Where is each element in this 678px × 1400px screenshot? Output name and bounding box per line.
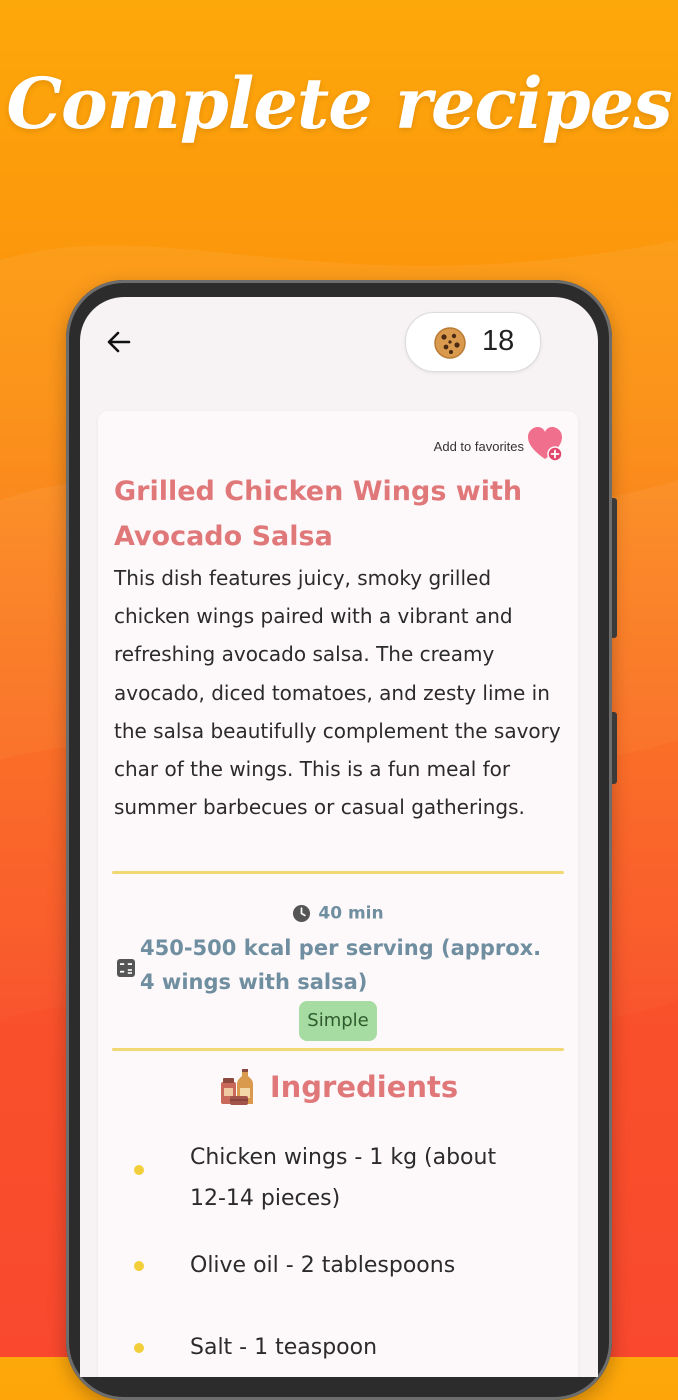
bullet <box>134 1343 144 1353</box>
phone-side-button <box>612 498 617 638</box>
prep-time-value: 40 min <box>318 903 384 924</box>
phone-power-button <box>612 712 617 784</box>
favorite-label: Add to favorites <box>433 439 524 454</box>
pantry-jars-icon <box>220 1069 253 1105</box>
clock-icon <box>293 904 311 923</box>
cookie-icon <box>434 327 466 359</box>
coin-balance[interactable]: 18 <box>405 312 541 372</box>
ingredient-text: Olive oil - 2 tablespoons <box>190 1253 456 1278</box>
bullet <box>134 1261 144 1271</box>
recipe-card: Add to favorites Grilled Chicken Wings w… <box>98 411 578 1377</box>
heart-plus-icon[interactable] <box>526 425 564 463</box>
back-button[interactable] <box>102 325 136 359</box>
recipe-description: This dish features juicy, smoky grilled … <box>114 566 561 820</box>
bullet <box>134 1165 144 1175</box>
divider <box>112 871 564 874</box>
ingredient-text: Salt - 1 teaspoon <box>190 1335 378 1360</box>
ingredients-title: Ingredients <box>269 1070 459 1104</box>
arrow-left-icon <box>107 331 131 353</box>
calories-info: 450-500 kcal per serving (approx. 4 wing… <box>140 936 542 994</box>
ingredient-text: Chicken wings - 1 kg (about 12-14 pieces… <box>190 1145 497 1211</box>
calculator-icon <box>117 959 135 977</box>
prep-time: 40 min <box>98 903 578 924</box>
divider <box>112 1048 564 1051</box>
promo-headline: Complete recipes <box>6 62 672 145</box>
difficulty-badge: Simple <box>299 1001 377 1041</box>
coin-count: 18 <box>482 325 515 357</box>
ingredients-heading: Ingredients <box>98 1066 578 1108</box>
app-top-bar: 18 <box>80 297 598 387</box>
recipe-title: Grilled Chicken Wings with Avocado Salsa <box>114 476 523 552</box>
app-screen: 18 Add to favorites Grilled Chicken Wing… <box>80 297 598 1377</box>
